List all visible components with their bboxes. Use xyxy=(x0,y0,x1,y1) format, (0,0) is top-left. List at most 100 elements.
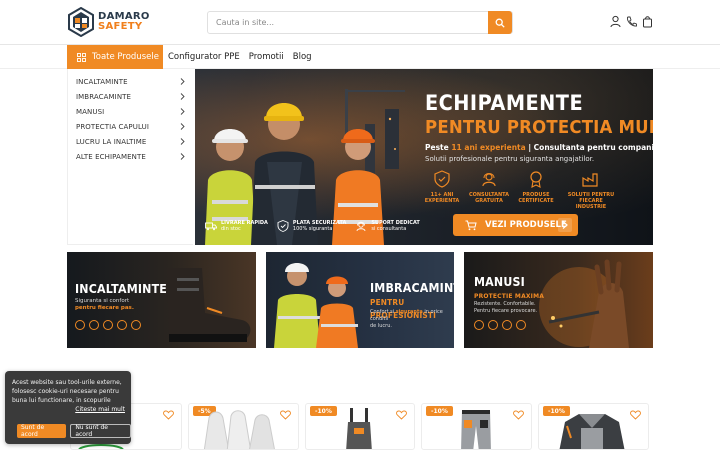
chevron-right-icon xyxy=(180,78,185,85)
secure-payment-icon xyxy=(277,220,289,232)
search-input[interactable] xyxy=(208,12,478,33)
feature-icon xyxy=(103,320,113,330)
feature-icon xyxy=(131,320,141,330)
category-title: IMBRACAMINTE xyxy=(370,281,454,295)
boots-image xyxy=(167,268,251,342)
sidebar-item-manusi[interactable]: MANUSI xyxy=(68,104,193,119)
category-subtitle: Siguranta si confort pentru fiecare pas. xyxy=(75,298,134,311)
heart-icon[interactable] xyxy=(396,410,407,420)
shield-icon xyxy=(434,170,450,188)
sidebar-item-label: MANUSI xyxy=(76,107,105,116)
nav-link-promotii[interactable]: Promotii xyxy=(249,52,284,62)
product-image xyxy=(461,410,491,449)
phone-icon[interactable] xyxy=(626,15,637,28)
logo-shield-icon xyxy=(68,7,94,37)
site-header: DAMARO SAFETY xyxy=(0,0,720,45)
product-card[interactable]: -10% xyxy=(421,403,532,450)
sidebar-item-label: INCALTAMINTE xyxy=(76,77,128,86)
product-image xyxy=(346,408,372,449)
product-card[interactable]: -10% xyxy=(305,403,415,450)
chevron-right-icon xyxy=(180,153,185,160)
heart-icon[interactable] xyxy=(630,410,641,420)
nav-link-blog[interactable]: Blog xyxy=(293,52,312,62)
discount-badge: -10% xyxy=(426,406,453,416)
feature-icon xyxy=(89,320,99,330)
sidebar-item-label: IMBRACAMINTE xyxy=(76,92,132,101)
chevron-right-icon xyxy=(180,138,185,145)
feature-icon xyxy=(502,320,512,330)
feature-industries: SOLUTII PENTRU FIECARE INDUSTRIE xyxy=(565,170,617,210)
category-sidebar: INCALTAMINTE IMBRACAMINTE MANUSI PROTECT… xyxy=(67,69,193,245)
sidebar-item-imbracaminte[interactable]: IMBRACAMINTE xyxy=(68,89,193,104)
search-icon xyxy=(495,18,505,28)
heart-icon[interactable] xyxy=(163,410,174,420)
truck-icon xyxy=(205,222,217,231)
sidebar-item-label: ALTE ECHIPAMENTE xyxy=(76,152,146,161)
category-banner-manusi[interactable]: MANUSI PROTECTIE MAXIMA Rezistente. Conf… xyxy=(464,252,653,348)
cookie-text: Acest website sau tool-urile externe, fo… xyxy=(12,379,122,404)
chevron-right-icon xyxy=(180,93,185,100)
discount-badge: -10% xyxy=(310,406,337,416)
category-banner-imbracaminte[interactable]: IMBRACAMINTE PENTRU PROFESIONISTI Confor… xyxy=(266,252,454,348)
view-products-label: VEZI PRODUSELE xyxy=(485,220,567,230)
category-feature-icons xyxy=(474,320,526,330)
all-products-button[interactable]: Toate Produsele xyxy=(67,45,163,69)
all-products-label: Toate Produsele xyxy=(92,52,159,62)
factory-icon xyxy=(582,173,598,187)
category-title: MANUSI xyxy=(474,275,525,289)
product-image xyxy=(559,414,625,449)
sidebar-item-alte-echipamente[interactable]: ALTE ECHIPAMENTE xyxy=(68,149,193,164)
view-products-button[interactable]: VEZI PRODUSELE xyxy=(453,214,578,236)
gloves-image xyxy=(539,259,629,348)
headset-icon xyxy=(482,173,496,187)
perk-delivery: LIVRARE RAPIDA din stoc xyxy=(205,220,268,232)
hero-perks: LIVRARE RAPIDA din stoc PLATA SECURIZATA 1… xyxy=(205,220,420,232)
support-icon xyxy=(356,221,366,232)
certificate-icon xyxy=(530,171,542,188)
feature-icon xyxy=(117,320,127,330)
cookie-decline-button[interactable]: Nu sunt de acord xyxy=(70,424,131,438)
main-nav: Toate Produsele Configurator PPE Promoti… xyxy=(0,45,720,69)
sidebar-item-incaltaminte[interactable]: INCALTAMINTE xyxy=(68,74,193,89)
category-subtitle: Rezistente. Confortabile. Pentru fiecare… xyxy=(474,301,538,314)
category-banner-incaltaminte[interactable]: INCALTAMINTE Siguranta si confort pentru… xyxy=(67,252,256,348)
feature-consulting: CONSULTANTA GRATUITA xyxy=(467,170,511,204)
nav-link-configurator[interactable]: Configurator PPE xyxy=(168,52,240,62)
grid-icon xyxy=(77,52,86,62)
category-subtitle: Confort si siguranta in orice conditii d… xyxy=(370,309,443,329)
hero-tagline: Peste 11 ani experienta | Consultanta pe… xyxy=(425,143,653,152)
feature-icon xyxy=(516,320,526,330)
cart-icon xyxy=(465,220,477,230)
cookie-consent-popup: Acest website sau tool-urile externe, fo… xyxy=(5,371,131,444)
cookie-read-more-link[interactable]: Citeste mai mult xyxy=(12,406,125,413)
perk-support: SUPORT DEDICAT si consultanta xyxy=(355,220,420,232)
heart-icon[interactable] xyxy=(280,410,291,420)
chevron-right-icon xyxy=(180,123,185,130)
sidebar-item-lucru-la-inaltime[interactable]: LUCRU LA INALTIME xyxy=(68,134,193,149)
search-bar xyxy=(207,11,513,34)
cart-icon[interactable] xyxy=(642,15,653,28)
feature-icon xyxy=(488,320,498,330)
user-icon[interactable] xyxy=(610,15,621,28)
category-title: INCALTAMINTE xyxy=(75,282,168,296)
logo-text-line2: SAFETY xyxy=(98,21,143,32)
sidebar-item-label: LUCRU LA INALTIME xyxy=(76,137,147,146)
chevron-right-icon xyxy=(180,108,185,115)
category-feature-icons xyxy=(75,320,141,330)
arrow-right-icon xyxy=(558,218,572,232)
search-button[interactable] xyxy=(488,11,512,34)
sidebar-item-protectia-capului[interactable]: PROTECTIA CAPULUI xyxy=(68,119,193,134)
perk-secure-payment: PLATA SECURIZATA 100% siguranta xyxy=(277,220,346,232)
feature-icon xyxy=(75,320,85,330)
heart-icon[interactable] xyxy=(513,410,524,420)
cookie-accept-button[interactable]: Sunt de acord xyxy=(17,424,67,438)
site-logo[interactable]: DAMARO SAFETY xyxy=(67,7,150,37)
hero-subtitle: Solutii profesionale pentru siguranta an… xyxy=(425,155,595,163)
product-card[interactable]: -10% xyxy=(538,403,649,450)
feature-icon xyxy=(474,320,484,330)
feature-certified: PRODUSE CERTIFICATE xyxy=(514,170,558,204)
hero-title-accent: PENTRU PROTECTIA MUNCII xyxy=(425,117,653,138)
product-card[interactable]: -5% xyxy=(188,403,299,450)
hero-banner[interactable]: ECHIPAMENTE PENTRU PROTECTIA MUNCII Pest… xyxy=(195,69,653,245)
feature-experience: 11+ ANI EXPERIENTA xyxy=(420,170,464,204)
